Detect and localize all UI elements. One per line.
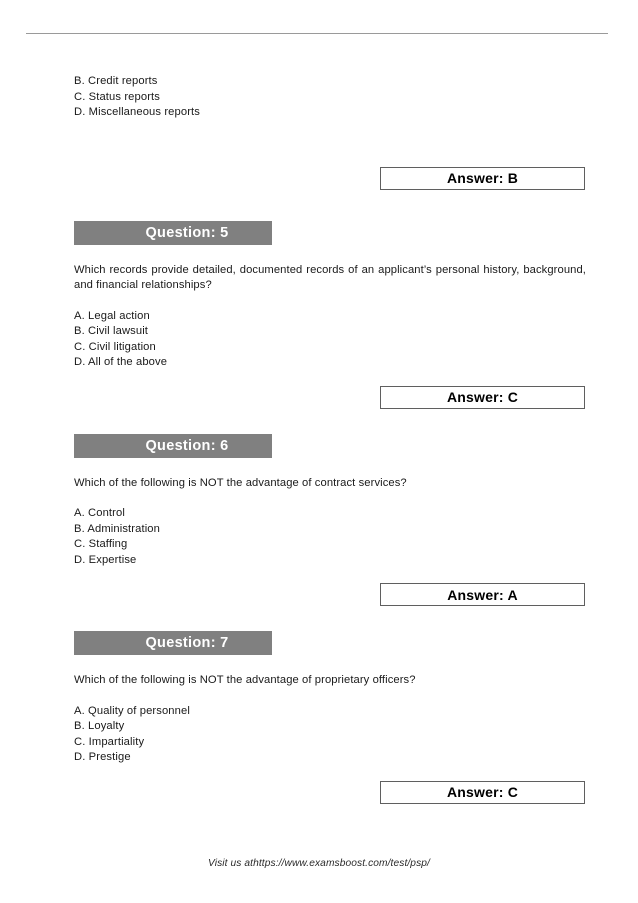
options-list: A. Legal action B. Civil lawsuit C. Civi… bbox=[74, 309, 586, 371]
answer-box: Answer: C bbox=[380, 780, 585, 804]
option-a[interactable]: A. Quality of personnel bbox=[74, 704, 586, 720]
question-block-5: Question: 5 Which records provide detail… bbox=[74, 220, 586, 410]
question-text: Which of the following is NOT the advant… bbox=[74, 674, 416, 686]
list-item: C. Status reports bbox=[74, 90, 160, 103]
option-c[interactable]: C. Impartiality bbox=[74, 735, 586, 751]
options-list: A. Control B. Administration C. Staffing… bbox=[74, 506, 586, 568]
answer-row: Answer: C bbox=[74, 385, 586, 410]
question-block-6: Question: 6 Which of the following is NO… bbox=[74, 433, 586, 608]
list-item: D. Miscellaneous reports bbox=[74, 106, 200, 118]
question-header: Question: 7 bbox=[74, 631, 272, 655]
option-b[interactable]: B. Loyalty bbox=[74, 719, 586, 735]
option-a[interactable]: A. Control bbox=[74, 506, 586, 522]
option-c[interactable]: C. Staffing bbox=[74, 537, 586, 553]
option-b[interactable]: B. Administration bbox=[74, 522, 586, 538]
question-header: Question: 6 bbox=[74, 433, 272, 458]
carryover-options-list: B. Credit reports C. Status reports D. M… bbox=[74, 74, 586, 121]
option-a[interactable]: A. Legal action bbox=[74, 309, 586, 325]
answer-row: Answer: C bbox=[74, 780, 586, 805]
list-item: B. Credit reports bbox=[74, 75, 158, 87]
question-text: Which records provide detailed, document… bbox=[74, 263, 586, 292]
option-b[interactable]: B. Civil lawsuit bbox=[74, 324, 586, 340]
answer-box: Answer: C bbox=[380, 385, 585, 409]
option-d[interactable]: D. Expertise bbox=[74, 553, 586, 569]
question-header: Question: 5 bbox=[74, 220, 272, 245]
answer-box: Answer: A bbox=[380, 583, 585, 606]
options-list: A. Quality of personnel B. Loyalty C. Im… bbox=[74, 704, 586, 766]
option-d[interactable]: D. All of the above bbox=[74, 355, 586, 371]
option-d[interactable]: D. Prestige bbox=[74, 750, 586, 766]
page-footer: Visit us athttps://www.examsboost.com/te… bbox=[208, 858, 430, 869]
answer-row: Answer: A bbox=[74, 583, 586, 607]
header-divider bbox=[26, 33, 608, 34]
question-text: Which of the following is NOT the advant… bbox=[74, 476, 407, 489]
exam-page: B. Credit reports C. Status reports D. M… bbox=[0, 0, 638, 903]
page-content: B. Credit reports C. Status reports D. M… bbox=[74, 74, 586, 805]
option-c[interactable]: C. Civil litigation bbox=[74, 340, 586, 356]
question-block-7: Question: 7 Which of the following is NO… bbox=[74, 631, 586, 805]
answer-box: Answer: B bbox=[380, 166, 585, 190]
answer-row: Answer: B bbox=[74, 166, 586, 191]
